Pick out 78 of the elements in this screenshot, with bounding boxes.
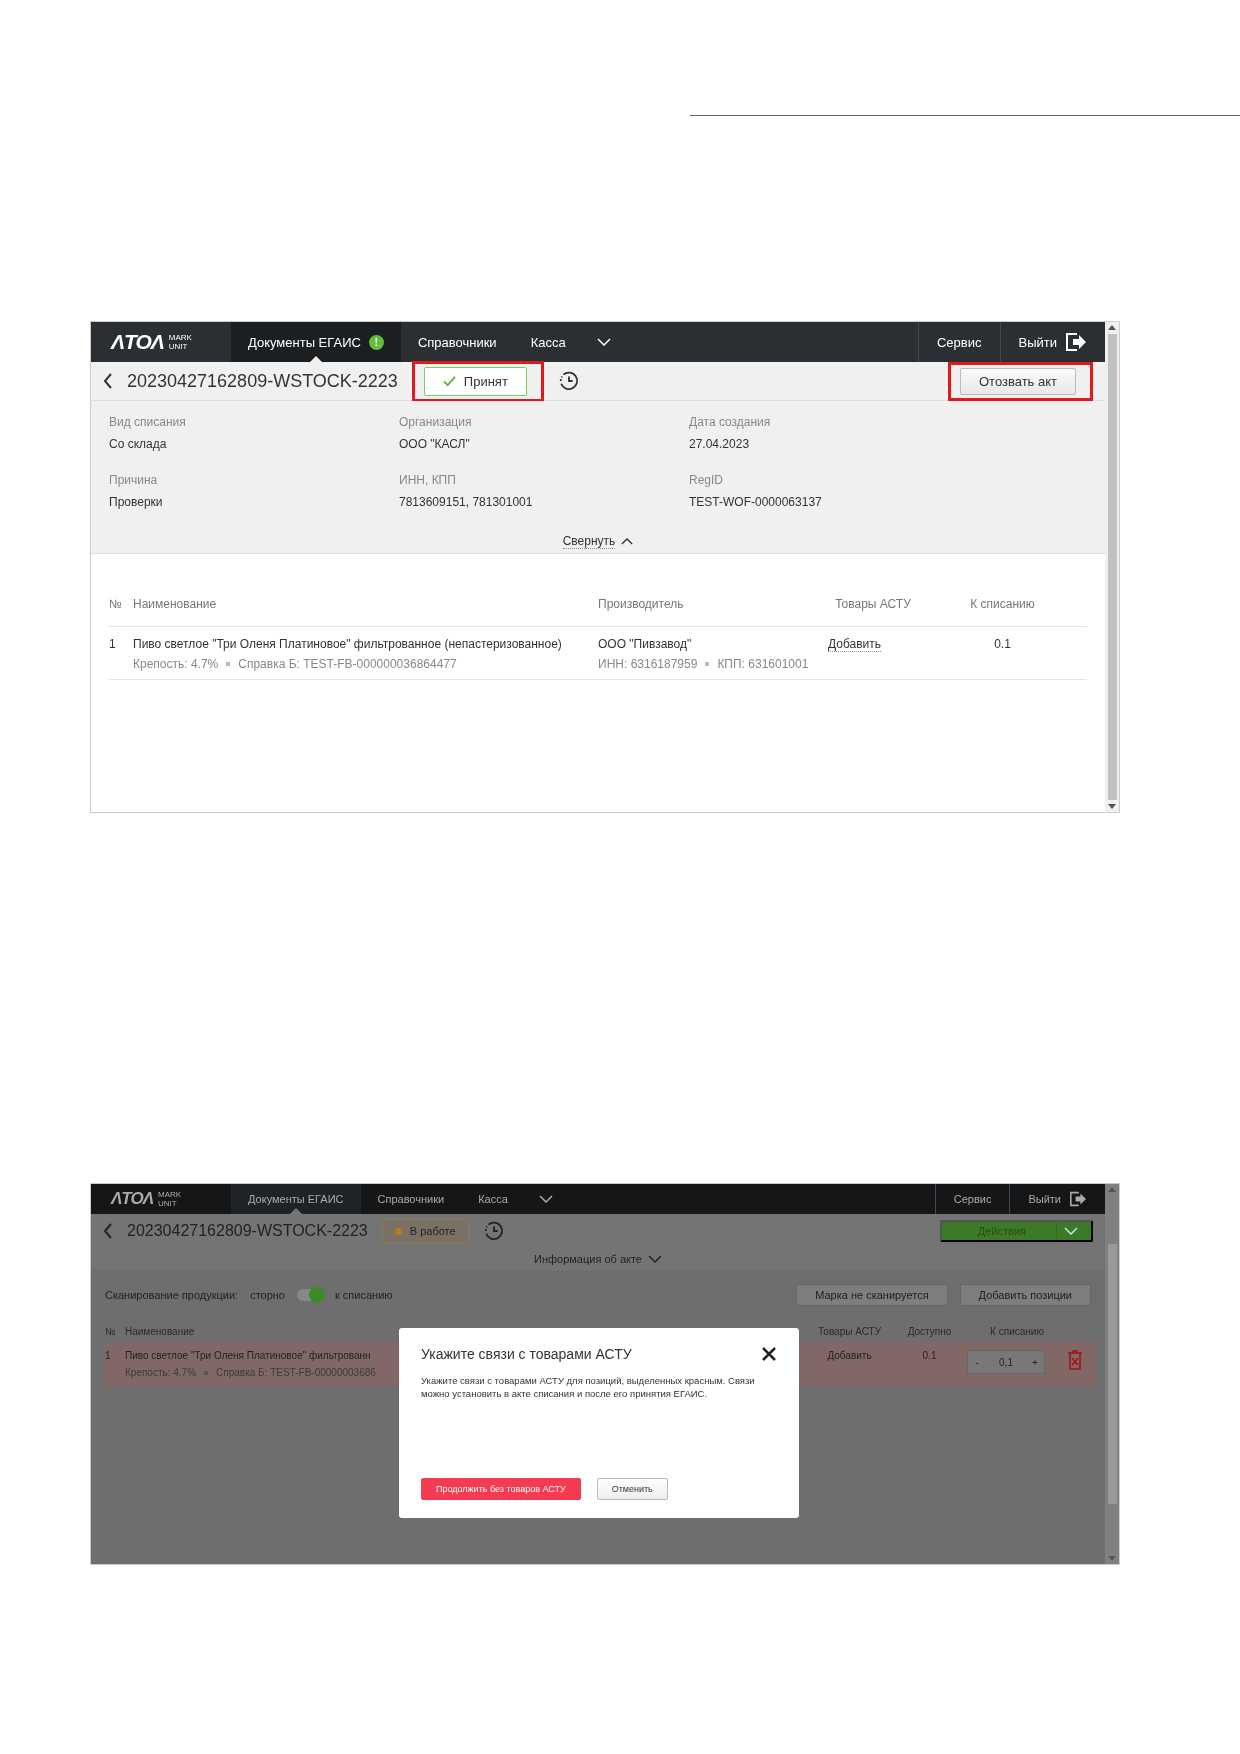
exit-icon (1069, 1191, 1087, 1207)
nav-tab[interactable]: Документы ЕГАИС ! (231, 322, 401, 362)
nav-tab[interactable]: Касса (461, 1184, 525, 1214)
toggle-label: сторно (250, 1289, 285, 1301)
nav-tab[interactable]: Справочники (400, 322, 514, 362)
toolbar-button[interactable]: Марка не сканируется (796, 1284, 948, 1306)
field-label: Организация (399, 415, 473, 429)
status-badge: Принят (423, 366, 527, 396)
table-cell: 0.1 (918, 627, 1087, 680)
exit-icon (1065, 332, 1087, 352)
product-detail: Крепость: 4.7% (125, 1367, 197, 1378)
field-value: Со склада (109, 437, 168, 451)
product-detail: Крепость: 4.7% (133, 657, 219, 671)
table-cell: 0.1 (892, 1342, 967, 1386)
nav-tab[interactable]: Касса (513, 322, 583, 362)
cancel-button[interactable]: Отменить (596, 1478, 668, 1500)
quantity-stepper[interactable]: - 0,1 + (967, 1350, 1045, 1374)
field-label: Дата создания (689, 415, 772, 429)
scrollbar[interactable] (1105, 1184, 1119, 1564)
add-link[interactable]: Добавить (828, 637, 882, 652)
info-link[interactable]: Информация об акте (534, 1253, 642, 1265)
column-header: Товары АСТУ (828, 582, 918, 627)
field-value: 7813609151, 781301001 (399, 494, 534, 509)
column-header: № (109, 582, 133, 627)
chevron-down-icon (648, 1255, 662, 1263)
field-value: Проверки (109, 494, 164, 509)
column-header: Товары АСТУ (817, 1324, 882, 1339)
producer-detail: ИНН: 6316187959 (598, 657, 698, 671)
field-value: ООО "КАСЛ" (399, 437, 471, 451)
quantity-field[interactable]: 0,1 (986, 1355, 1026, 1369)
column-header: Доступно (906, 1324, 953, 1339)
producer-detail: КПП: 631601001 (717, 657, 809, 671)
back-icon[interactable] (103, 373, 113, 389)
document-number: 20230427162809-WSTOCK-2223 (127, 370, 398, 392)
minus-button[interactable]: - (968, 1355, 986, 1369)
dialog-text: Укажите связи с товарами АСТУ для позиций, выделенных красным. Связи можно установить в акте списания и после его принятия ЕГАИС. (421, 1374, 756, 1400)
toolbar-button[interactable]: Добавить позиции (959, 1284, 1091, 1306)
field-value: 27.04.2023 (689, 437, 751, 451)
scan-label: Сканирование продукции: (105, 1289, 239, 1301)
producer-name: ООО "Пивзавод" (598, 637, 693, 651)
nav-tab[interactable]: Справочники (360, 1184, 462, 1214)
close-icon[interactable] (761, 1346, 777, 1362)
chevron-down-icon (1064, 1227, 1078, 1235)
toggle-label: к списанию (335, 1289, 393, 1301)
product-detail: Справка Б: TEST-FB-000000036864477 (238, 657, 457, 671)
nav-tab[interactable]: Документы ЕГАИС (231, 1184, 361, 1214)
column-header: Наименование (133, 582, 598, 627)
chevron-up-icon (621, 538, 634, 546)
dialog-title: Укажите связи с товарами АСТУ (421, 1346, 632, 1362)
column-header: К списанию (918, 582, 1087, 627)
product-name: Пиво светлое "Три Оленя Платиновое" фильтрованн (125, 1350, 372, 1361)
field-label: ИНН, КПП (399, 472, 457, 487)
product-detail: Справка Б: TEST-FB-00000003686 (216, 1367, 376, 1378)
revoke-button[interactable]: Отозвать акт (959, 367, 1076, 395)
chevron-down-icon (596, 338, 611, 346)
plus-button[interactable]: + (1026, 1355, 1044, 1369)
field-label: RegID (689, 472, 724, 487)
column-header: Наименование (125, 1324, 196, 1339)
column-header: К списанию (989, 1324, 1045, 1339)
status-dot-icon (394, 1227, 402, 1235)
collapse-link[interactable]: Свернуть (562, 534, 616, 550)
column-header: Производитель (598, 582, 828, 627)
table-cell: 1 (109, 627, 133, 680)
toggle-switch[interactable] (297, 1289, 323, 1301)
field-label: Вид списания (109, 415, 187, 429)
column-header: № (105, 1324, 117, 1339)
table-cell: 1 (105, 1342, 125, 1386)
product-name: Пиво светлое "Три Оленя Платиновое" фильтрованное (непастеризованное) (133, 637, 563, 651)
alert-badge: ! (368, 334, 384, 350)
chevron-down-icon (538, 1195, 553, 1203)
continue-button[interactable]: Продолжить без товаров АСТУ (421, 1478, 581, 1500)
status-badge: В работе (381, 1219, 469, 1243)
document-number: 20230427162809-WSTOCK-2223 (127, 1222, 368, 1240)
history-icon[interactable] (557, 370, 580, 392)
field-value: TEST-WOF-0000063137 (689, 494, 823, 509)
scrollbar[interactable] (1105, 322, 1119, 812)
field-label: Причина (109, 472, 159, 487)
check-icon (442, 375, 456, 387)
